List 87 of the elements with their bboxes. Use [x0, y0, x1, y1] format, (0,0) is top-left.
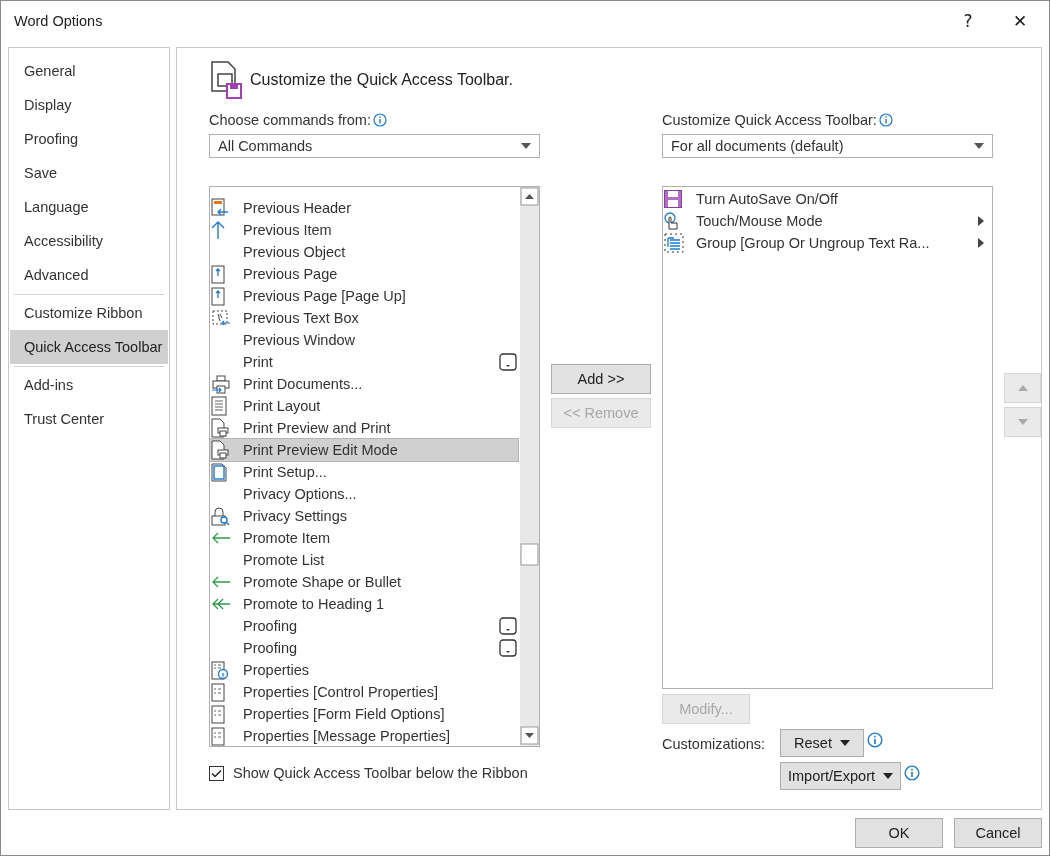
- command-item[interactable]: Previous Page [Page Up]: [210, 285, 518, 307]
- command-item[interactable]: Previous Object: [210, 241, 518, 263]
- page-icon: [211, 396, 227, 416]
- sidebar-item[interactable]: General: [10, 54, 168, 88]
- sidebar-item[interactable]: Quick Access Toolbar: [10, 330, 168, 364]
- sidebar-item[interactable]: Customize Ribbon: [10, 296, 168, 330]
- toolbar-icon: [209, 60, 243, 100]
- commands-dropdown[interactable]: All Commands: [209, 134, 540, 158]
- import-export-button[interactable]: Import/Export: [780, 762, 901, 790]
- command-item[interactable]: Promote Shape or Bullet: [210, 571, 518, 593]
- toolbar-scope-dropdown[interactable]: For all documents (default): [662, 134, 993, 158]
- command-item[interactable]: Print Setup...: [210, 461, 518, 483]
- sidebar-item[interactable]: Save: [10, 156, 168, 190]
- down-caret-icon: [1017, 419, 1028, 425]
- command-item[interactable]: Previous Text Box: [210, 307, 518, 329]
- toolbar-item[interactable]: Turn AutoSave On/Off: [663, 188, 992, 210]
- text-box-icon: [211, 309, 231, 327]
- checkbox[interactable]: [209, 765, 224, 781]
- left-arrow-icon: [211, 576, 231, 588]
- command-item[interactable]: Properties [Message Properties]: [210, 725, 518, 746]
- checkbox-label: Show Quick Access Toolbar below the Ribbon: [233, 765, 528, 781]
- add-button[interactable]: Add >>: [551, 364, 651, 394]
- command-item[interactable]: Properties: [210, 659, 518, 681]
- sidebar-item[interactable]: Accessibility: [10, 224, 168, 258]
- command-item[interactable]: Promote Item: [210, 527, 518, 549]
- info-icon[interactable]: [867, 732, 883, 748]
- up-arrow-icon: [211, 220, 225, 240]
- page-up-icon: [211, 286, 225, 306]
- command-item[interactable]: Properties [Form Field Options]: [210, 703, 518, 725]
- command-item[interactable]: Previous Page: [210, 263, 518, 285]
- command-item[interactable]: Proofing: [210, 615, 518, 637]
- command-item[interactable]: Promote to Heading 1: [210, 593, 518, 615]
- left-arrow-icon: [211, 532, 231, 544]
- double-left-arrow-icon: [211, 598, 231, 610]
- info-icon[interactable]: [878, 113, 893, 127]
- command-item[interactable]: Privacy Options...: [210, 483, 518, 505]
- command-item[interactable]: Print Documents...: [210, 373, 518, 395]
- sidebar-item[interactable]: Advanced: [10, 258, 168, 292]
- printer-icon: [211, 374, 231, 394]
- window-title: Word Options: [14, 13, 104, 29]
- print-preview-icon: [211, 440, 229, 460]
- command-item[interactable]: Previous Window: [210, 329, 518, 351]
- section-heading: Customize the Quick Access Toolbar.: [250, 71, 513, 89]
- command-item[interactable]: Print Preview Edit Mode: [210, 439, 518, 461]
- caret-icon: [839, 740, 850, 746]
- print-preview-icon: [211, 418, 229, 438]
- dialog-button[interactable]: Cancel: [954, 817, 1042, 848]
- help-button[interactable]: ?: [945, 2, 991, 40]
- commands-label: Choose commands from:: [209, 112, 371, 128]
- info-icon[interactable]: [904, 765, 920, 781]
- scrollbar-drawing[interactable]: [520, 187, 539, 746]
- header-icon: [211, 198, 229, 218]
- command-item[interactable]: Proofing: [210, 637, 518, 659]
- page-up-icon: [211, 264, 225, 284]
- toolbar-item[interactable]: Touch/Mouse Mode: [663, 210, 992, 232]
- sidebar-item[interactable]: Trust Center: [10, 402, 168, 436]
- toolbar-label: Customize Quick Access Toolbar:: [662, 112, 877, 128]
- command-item[interactable]: Privacy Settings: [210, 505, 518, 527]
- command-item[interactable]: Previous Item: [210, 219, 518, 241]
- up-caret-icon: [1017, 385, 1028, 391]
- properties-icon: [211, 660, 229, 680]
- command-item[interactable]: Print: [210, 351, 518, 373]
- command-item[interactable]: Print Layout: [210, 395, 518, 417]
- hand-pointer-icon: [664, 211, 680, 231]
- customizations-label: Customizations:: [662, 735, 767, 752]
- reset-button[interactable]: Reset: [780, 729, 864, 757]
- sidebar-item[interactable]: Display: [10, 88, 168, 122]
- command-item[interactable]: Promote List: [210, 549, 518, 571]
- command-item[interactable]: Properties [Control Properties]: [210, 681, 518, 703]
- properties-icon: [211, 726, 225, 746]
- page-setup-icon: [211, 462, 227, 482]
- text-group-icon: [664, 233, 684, 253]
- sidebar-item[interactable]: Proofing: [10, 122, 168, 156]
- dialog-button[interactable]: OK: [855, 817, 943, 848]
- close-button[interactable]: ✕: [997, 2, 1043, 40]
- sidebar-item[interactable]: Add-ins: [10, 368, 168, 402]
- command-item[interactable]: Previous Header: [210, 197, 518, 219]
- info-icon[interactable]: [373, 113, 387, 127]
- command-item[interactable]: Print Preview and Print: [210, 417, 518, 439]
- properties-icon: [211, 704, 225, 724]
- lock-icon: [211, 506, 231, 526]
- properties-icon: [211, 682, 225, 702]
- caret-icon: [883, 773, 893, 779]
- caret-icon: [521, 143, 531, 149]
- toolbar-item[interactable]: Group [Group Or Ungroup Text Ra...: [663, 232, 992, 254]
- sidebar-item[interactable]: Language: [10, 190, 168, 224]
- caret-icon: [974, 143, 984, 149]
